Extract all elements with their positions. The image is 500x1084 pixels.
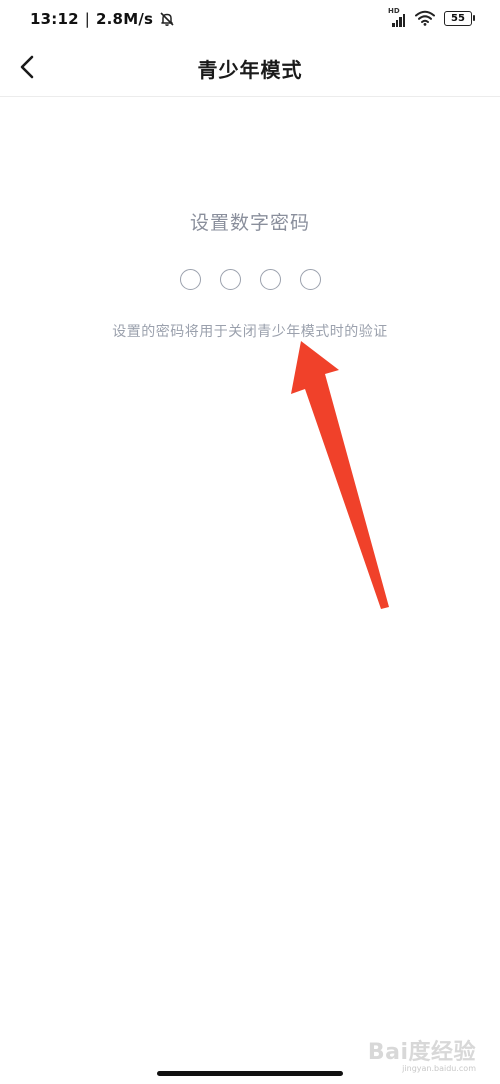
home-indicator[interactable] [157, 1071, 343, 1076]
pin-digit-3[interactable] [259, 269, 281, 290]
status-bar: 13:12 | 2.8M/s HD 55 [0, 0, 500, 40]
battery-level: 55 [451, 12, 465, 24]
watermark-logo: Bai度经验 jingyan.baidu.com [368, 1034, 476, 1073]
pin-hint-text: 设置的密码将用于关闭青少年模式时的验证 [112, 324, 388, 340]
status-right: HD 55 [388, 7, 475, 27]
status-separator: | [84, 10, 91, 28]
mute-bell-icon [159, 11, 175, 27]
network-speed: 2.8M/s [96, 10, 154, 28]
watermark-text: Bai度经验 [367, 1040, 476, 1065]
status-left: 13:12 | 2.8M/s [30, 10, 175, 28]
signal-icon: HD [388, 7, 406, 27]
status-time: 13:12 [30, 10, 79, 28]
pin-digit-1[interactable] [179, 269, 201, 290]
nav-header: 青少年模式 [0, 40, 500, 97]
wifi-icon [415, 10, 435, 26]
pin-input[interactable] [0, 269, 500, 290]
watermark-url: jingyan.baidu.com [402, 1064, 476, 1073]
battery-icon: 55 [444, 10, 475, 26]
annotation-arrow [291, 341, 389, 609]
pin-setup-title: 设置数字密码 [189, 212, 310, 234]
pin-digit-4[interactable] [299, 269, 321, 290]
pin-digit-2[interactable] [219, 269, 241, 290]
page-title: 青少年模式 [197, 58, 303, 82]
